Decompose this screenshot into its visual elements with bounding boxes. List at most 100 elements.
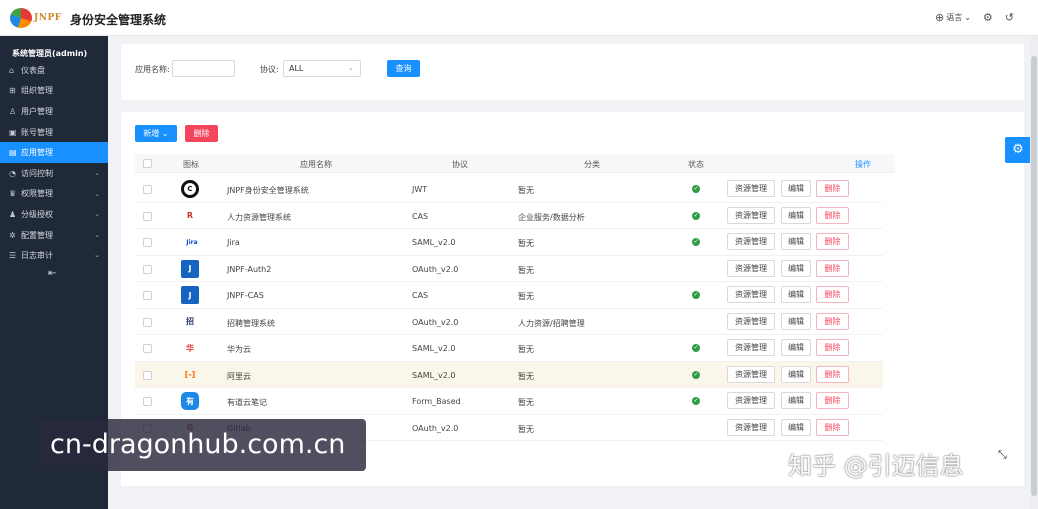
app-name: Jira [227,238,240,247]
status-enabled-icon[interactable]: ✓ [692,344,700,352]
sidebar-item-label: 账号管理 [21,127,53,137]
resource-manage-button[interactable]: 资源管理 [727,418,775,436]
app-logo-icon: J [181,259,199,278]
query-button[interactable]: 查询 [387,60,420,77]
resource-manage-button[interactable]: 资源管理 [727,286,775,303]
select-all-checkbox[interactable] [143,159,152,168]
app-title: 身份安全管理系统 [70,13,167,27]
resource-manage-button[interactable]: 资源管理 [727,312,775,330]
sidebar-item-dashboard[interactable]: ⌂ 仪表盘 [0,60,108,81]
resource-manage-button[interactable]: 资源管理 [727,392,775,409]
app-name: 阿里云 [227,371,251,381]
edit-button[interactable]: 编辑 [781,286,811,303]
resource-manage-button[interactable]: 资源管理 [727,339,775,356]
edit-button[interactable]: 编辑 [781,312,811,330]
delete-button[interactable]: 删除 [816,206,849,224]
app-protocol: CAS [412,291,429,300]
delete-button[interactable]: 删除 [816,418,849,436]
sidebar-item-label: 仪表盘 [21,65,45,75]
edit-button[interactable]: 编辑 [781,418,811,436]
edit-button[interactable]: 编辑 [781,392,811,409]
app-protocol: SAML_v2.0 [412,238,456,247]
app-name: 招聘管理系统 [227,318,275,328]
edit-button[interactable]: 编辑 [781,259,811,277]
sidebar-item-accounts[interactable]: ▣ 账号管理 [0,122,108,143]
sidebar-item-org[interactable]: ⊞ 组织管理 [0,81,108,102]
app-logo-icon: 招 [186,317,194,326]
app-category: 暂无 [518,345,534,354]
edit-button[interactable]: 编辑 [781,233,811,250]
app-logo-icon: 华 [186,343,194,353]
status-enabled-icon[interactable]: ✓ [692,211,700,220]
edit-button[interactable]: 编辑 [781,339,811,356]
language-switcher[interactable]: ⊕ 语言 ⌄ [935,12,971,23]
protocol-value: ALL [289,64,304,73]
resource-manage-button[interactable]: 资源管理 [727,180,775,197]
top-header: JNPF 身份安全管理系统 ⊕ 语言 ⌄ ⚙ ↺ [0,0,1038,36]
chevron-down-icon: ⌄ [94,251,100,260]
bulk-delete-button[interactable]: 删除 [185,125,218,142]
row-checkbox[interactable] [143,397,152,406]
chevron-down-icon: ⌄ [348,64,354,72]
resource-manage-button[interactable]: 资源管理 [727,259,775,277]
expand-icon[interactable]: ⤡ [998,448,1007,462]
edit-button[interactable]: 编辑 [781,180,811,197]
app-category: 人力资源/招聘管理 [518,318,585,328]
row-checkbox[interactable] [143,238,152,247]
delete-button[interactable]: 删除 [816,286,849,303]
add-button[interactable]: 新增 ⌄ [135,125,177,142]
sidebar-item-permissions[interactable]: ♛ 权限管理 ⌄ [0,184,108,205]
current-user: 系统管理员(admin) [12,49,88,58]
app-protocol: JWT [412,185,428,194]
status-enabled-icon[interactable]: ✓ [692,291,700,299]
power-icon[interactable]: ↺ [1005,12,1014,23]
table-row: R 人力资源管理系统 CAS 企业服务/数据分析 ✓ 资源管理 编辑 删除 [135,203,883,229]
sidebar-item-grading[interactable]: ♟ 分级授权 ⌄ [0,204,108,225]
app-protocol: OAuth_v2.0 [412,317,459,327]
resource-manage-button[interactable]: 资源管理 [727,206,775,224]
page-scrollbar[interactable] [1030,36,1038,509]
delete-button[interactable]: 删除 [816,339,849,356]
delete-button[interactable]: 删除 [816,259,849,277]
delete-button[interactable]: 删除 [816,233,849,250]
log-icon: ☰ [9,251,17,261]
row-checkbox[interactable] [143,264,152,274]
sidebar-item-users[interactable]: ♙ 用户管理 [0,101,108,122]
resource-manage-button[interactable]: 资源管理 [727,233,775,250]
app-logo[interactable]: JNPF [10,8,66,28]
delete-button[interactable]: 删除 [816,180,849,197]
row-checkbox[interactable] [143,291,152,300]
table-row: J JNPF-CAS CAS 暂无 ✓ 资源管理 编辑 删除 [135,282,883,309]
status-enabled-icon[interactable]: ✓ [692,185,700,193]
delete-button[interactable]: 删除 [816,392,849,409]
row-checkbox[interactable] [143,185,152,194]
status-enabled-icon[interactable]: ✓ [692,238,700,246]
status-enabled-icon[interactable]: ✓ [692,397,700,405]
sidebar-item-config[interactable]: ✲ 配置管理 ⌄ [0,225,108,246]
sidebar-item-audit[interactable]: ☰ 日志审计 ⌄ [0,245,108,266]
status-enabled-icon[interactable]: ✓ [692,370,700,379]
table-row: 有 有道云笔记 Form_Based 暂无 ✓ 资源管理 编辑 删除 [135,388,883,415]
settings-fab-icon[interactable]: ⚙ [1005,137,1031,163]
menu-fold-icon[interactable]: ⇤ [48,268,56,279]
row-checkbox[interactable] [143,211,152,221]
app-name: 人力资源管理系统 [227,212,291,222]
app-name-input[interactable] [172,60,235,77]
sidebar-item-access[interactable]: ◔ 访问控制 ⌄ [0,163,108,184]
sidebar-item-label: 分级授权 [21,209,53,219]
row-checkbox[interactable] [143,370,152,380]
resource-manage-button[interactable]: 资源管理 [727,365,775,383]
row-checkbox[interactable] [143,344,152,353]
row-checkbox[interactable] [143,317,152,327]
app-protocol: CAS [412,211,429,221]
protocol-select[interactable]: ALL ⌄ [283,60,361,77]
sidebar-item-apps[interactable]: ▤ 应用管理 [0,142,108,163]
edit-button[interactable]: 编辑 [781,206,811,224]
edit-button[interactable]: 编辑 [781,365,811,383]
sidebar-item-label: 配置管理 [21,230,53,240]
scrollbar-thumb[interactable] [1031,56,1037,496]
settings-icon[interactable]: ⚙ [983,12,993,23]
delete-button[interactable]: 删除 [816,312,849,330]
delete-button[interactable]: 删除 [816,365,849,383]
app-name-label: 应用名称: [135,65,170,74]
